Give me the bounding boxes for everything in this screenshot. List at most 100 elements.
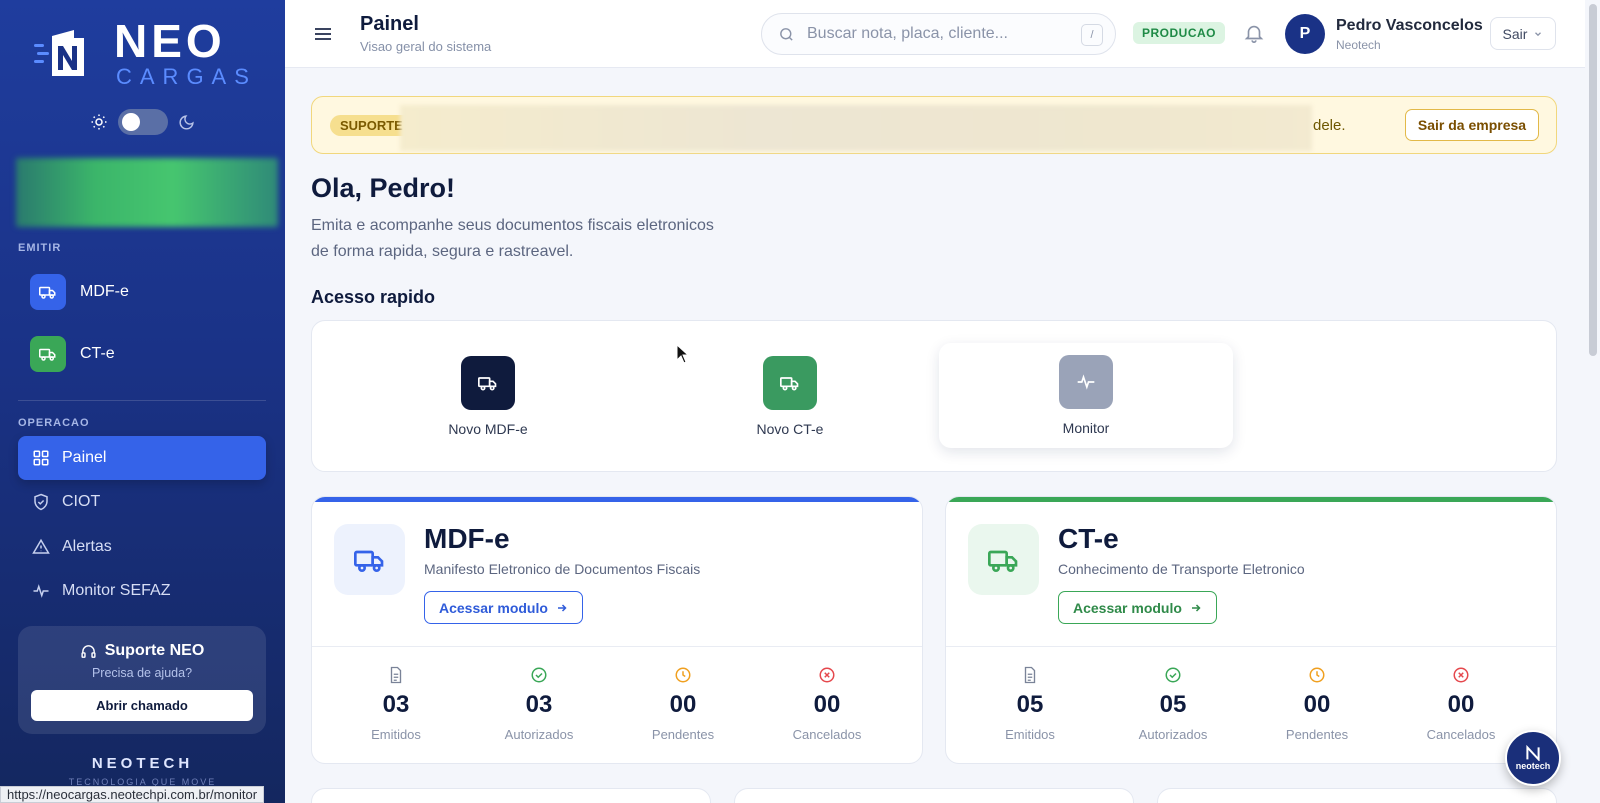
company-selector-redacted[interactable]	[16, 158, 278, 227]
sidebar-item-alertas[interactable]: Alertas	[18, 525, 266, 569]
quick-access-card: Novo MDF-e Novo CT-e Monitor	[311, 320, 1557, 472]
stat-pending: 00 Pendentes	[618, 665, 748, 742]
mouse-cursor-icon	[676, 344, 690, 364]
truck-icon	[30, 274, 66, 310]
search-input[interactable]	[807, 25, 1067, 43]
stat-value: 03	[525, 691, 553, 718]
fab-label: neotech	[1515, 761, 1551, 771]
truck-icon	[461, 356, 515, 410]
stat-cancelled: 00 Cancelados	[1396, 665, 1526, 742]
avatar[interactable]: P	[1285, 14, 1325, 54]
quick-item-label: Monitor	[1062, 420, 1110, 436]
headset-icon	[81, 644, 96, 658]
section-label-operation: OPERACAO	[18, 417, 90, 429]
scrollbar-thumb[interactable]	[1589, 4, 1597, 356]
greeting-subtitle: Emita e acompanhe seus documentos fiscai…	[311, 217, 714, 260]
neotech-chat-button[interactable]: neotech	[1505, 730, 1561, 786]
clock-icon	[618, 665, 748, 685]
theme-switch[interactable]	[118, 109, 168, 135]
search-shortcut-hint: /	[1081, 24, 1103, 46]
stats-divider	[946, 646, 1556, 647]
stat-authorized: 05 Autorizados	[1108, 665, 1238, 742]
access-module-button[interactable]: Acessar modulo	[1058, 591, 1217, 624]
shield-check-icon	[34, 493, 48, 511]
stat-label: Autorizados	[1138, 727, 1208, 742]
activity-icon	[1059, 355, 1113, 409]
card-accent-bar	[946, 497, 1556, 502]
stat-emitted: 03 Emitidos	[331, 665, 461, 742]
bell-icon[interactable]	[1243, 22, 1265, 44]
sidebar-item-ciot[interactable]: CIOT	[18, 480, 266, 524]
stat-cancelled: 00 Cancelados	[762, 665, 892, 742]
sidebar-item-label: CIOT	[62, 493, 101, 510]
truck-icon	[968, 524, 1039, 595]
truck-icon	[334, 524, 405, 595]
quick-monitor[interactable]: Monitor	[939, 343, 1233, 448]
stat-value: 00	[1447, 691, 1475, 718]
support-mode-banner: SUPORTE dele. Sair da empresa	[311, 96, 1557, 154]
grid-icon	[33, 450, 49, 466]
app-logo[interactable]: NEO CARGAS	[30, 15, 260, 90]
logout-button[interactable]: Sair	[1490, 17, 1556, 50]
document-icon	[965, 665, 1095, 685]
sidebar-item-monitor-sefaz[interactable]: Monitor SEFAZ	[18, 569, 266, 613]
search-box[interactable]: /	[761, 13, 1116, 55]
leave-company-button[interactable]: Sair da empresa	[1405, 109, 1539, 141]
sidebar-item-label: Monitor SEFAZ	[62, 582, 171, 599]
check-circle-icon	[1108, 665, 1238, 685]
quick-new-cte[interactable]: Novo CT-e	[720, 356, 860, 437]
sidebar-item-mdfe[interactable]: MDF-e	[30, 274, 129, 310]
arrow-right-icon	[557, 603, 567, 612]
quick-item-label: Novo MDF-e	[448, 421, 528, 437]
stat-value: 05	[1016, 691, 1044, 718]
access-module-label: Acessar modulo	[1073, 599, 1182, 616]
module-description: Conhecimento de Transporte Eletronico	[1058, 561, 1305, 577]
sidebar-item-cte[interactable]: CT-e	[30, 336, 115, 372]
module-name: MDF-e	[424, 523, 510, 554]
x-circle-icon	[1396, 665, 1526, 685]
hamburger-menu-icon[interactable]	[311, 22, 335, 46]
quick-item-label: Novo CT-e	[756, 421, 824, 437]
footer-brand: NEOTECH	[91, 755, 194, 772]
support-title: Suporte NEO	[18, 642, 266, 660]
search-icon	[780, 27, 793, 41]
check-circle-icon	[474, 665, 604, 685]
sidebar-item-label: CT-e	[80, 345, 115, 362]
quick-new-mdfe[interactable]: Novo MDF-e	[418, 356, 558, 437]
access-module-button[interactable]: Acessar modulo	[424, 591, 583, 624]
support-subtitle: Precisa de ajuda?	[91, 666, 193, 680]
access-module-label: Acessar modulo	[439, 599, 548, 616]
stat-value: 00	[813, 691, 841, 718]
page-scrollbar[interactable]	[1586, 0, 1600, 803]
banner-text-redacted	[400, 105, 1312, 151]
warning-triangle-icon	[32, 538, 50, 554]
stat-pending: 00 Pendentes	[1252, 665, 1382, 742]
page-subtitle: Visao geral do sistema	[360, 39, 492, 54]
browser-status-url: https://neocargas.neotechpi.com.br/monit…	[0, 786, 265, 803]
stat-label: Pendentes	[651, 727, 715, 742]
theme-toggle[interactable]	[90, 109, 195, 135]
support-title-text: Suporte NEO	[104, 642, 205, 659]
open-ticket-button[interactable]: Abrir chamado	[31, 690, 253, 721]
document-icon	[331, 665, 461, 685]
stat-authorized: 03 Autorizados	[474, 665, 604, 742]
sidebar-item-label: MDF-e	[80, 283, 129, 300]
arrow-right-icon	[1191, 603, 1201, 612]
truck-icon	[763, 356, 817, 410]
neotech-logo-icon	[1526, 745, 1540, 761]
stat-label: Emitidos	[1005, 727, 1055, 742]
stat-value: 00	[1303, 691, 1331, 718]
support-panel: Suporte NEO Precisa de ajuda? Abrir cham…	[18, 626, 266, 734]
stat-value: 05	[1159, 691, 1187, 718]
logout-label: Sair	[1502, 25, 1528, 42]
greeting-title: Ola, Pedro!	[311, 173, 456, 203]
section-label-emit: EMITIR	[18, 242, 62, 254]
sidebar-item-label: Painel	[62, 449, 107, 466]
sidebar: NEO CARGAS EMITIR MDF-e CT-e OPERACAO Pa…	[0, 0, 285, 803]
stat-label: Pendentes	[1285, 727, 1349, 742]
sidebar-item-painel[interactable]: Painel	[18, 436, 266, 480]
bottom-card	[1157, 788, 1557, 803]
banner-text-tail: dele.	[1313, 117, 1346, 134]
bottom-card	[311, 788, 711, 803]
logo-word-neo: NEO	[114, 15, 226, 67]
